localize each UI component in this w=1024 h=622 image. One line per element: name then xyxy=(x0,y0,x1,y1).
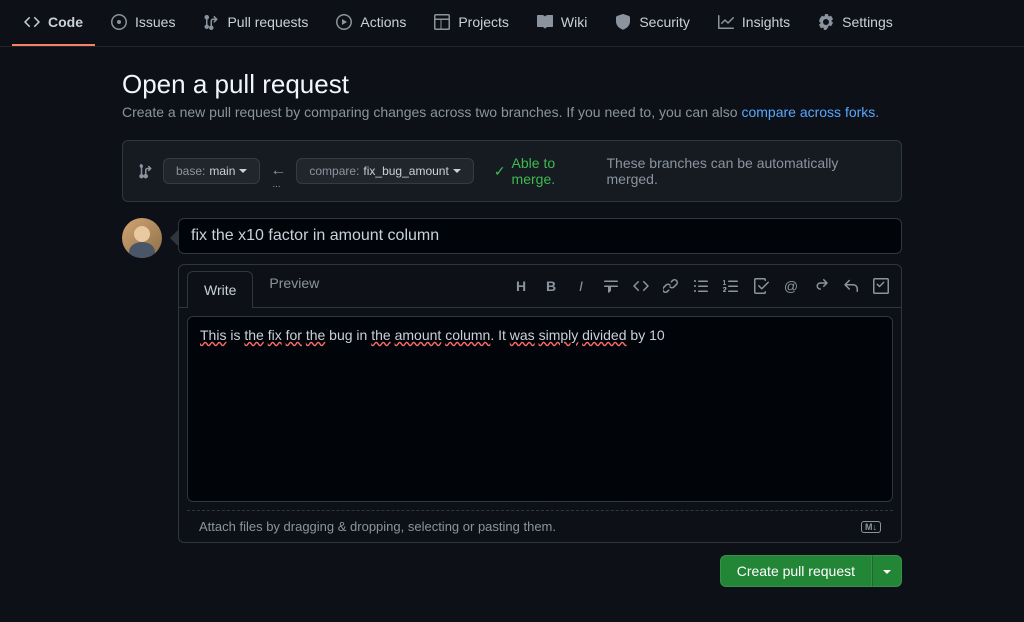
tab-issues[interactable]: Issues xyxy=(99,0,187,46)
bold-icon[interactable]: B xyxy=(543,278,559,294)
page-subtitle: Create a new pull request by comparing c… xyxy=(122,104,902,120)
comment-box: Write Preview H B I @ xyxy=(178,264,902,543)
code-icon xyxy=(24,14,40,30)
graph-icon xyxy=(718,14,734,30)
tab-label: Insights xyxy=(742,14,790,30)
shield-icon xyxy=(615,14,631,30)
tab-label: Projects xyxy=(458,14,509,30)
tab-actions[interactable]: Actions xyxy=(324,0,418,46)
attach-text: Attach files by dragging & dropping, sel… xyxy=(199,519,556,534)
tab-wiki[interactable]: Wiki xyxy=(525,0,599,46)
caret-down-icon xyxy=(883,570,891,574)
tab-projects[interactable]: Projects xyxy=(422,0,521,46)
markdown-toolbar: H B I @ xyxy=(513,278,893,294)
code-icon[interactable] xyxy=(633,278,649,294)
git-compare-icon xyxy=(137,163,153,179)
merge-able-text: Able to merge. xyxy=(512,155,601,187)
tab-settings[interactable]: Settings xyxy=(806,0,905,46)
caret-down-icon xyxy=(453,169,461,173)
markdown-icon[interactable]: M↓ xyxy=(861,521,881,533)
check-icon: ✓ xyxy=(494,163,506,180)
tab-label: Pull requests xyxy=(227,14,308,30)
tab-label: Settings xyxy=(842,14,893,30)
italic-icon[interactable]: I xyxy=(573,278,589,294)
submit-row: Create pull request xyxy=(178,543,902,599)
dot-circle-icon xyxy=(111,14,127,30)
description-wrap: This is the fix for the bug in the amoun… xyxy=(179,308,901,510)
cross-reference-icon[interactable] xyxy=(813,278,829,294)
tab-write[interactable]: Write xyxy=(187,271,253,308)
tab-label: Actions xyxy=(360,14,406,30)
comment-tabs-row: Write Preview H B I @ xyxy=(179,265,901,308)
heading-icon[interactable]: H xyxy=(513,278,529,294)
form-body: Write Preview H B I @ xyxy=(178,218,902,599)
mention-icon[interactable]: @ xyxy=(783,278,799,294)
reply-icon[interactable] xyxy=(843,278,859,294)
git-pr-icon xyxy=(203,14,219,30)
table-icon xyxy=(434,14,450,30)
list-unordered-icon[interactable] xyxy=(693,278,709,294)
quote-icon[interactable] xyxy=(603,278,619,294)
tasklist-icon[interactable] xyxy=(753,278,769,294)
create-pr-button[interactable]: Create pull request xyxy=(720,555,872,587)
merge-desc-text: These branches can be automatically merg… xyxy=(607,155,888,187)
repo-nav-tabs: Code Issues Pull requests Actions Projec… xyxy=(0,0,1024,47)
attach-bar[interactable]: Attach files by dragging & dropping, sel… xyxy=(187,510,893,542)
tab-pull-requests[interactable]: Pull requests xyxy=(191,0,320,46)
book-icon xyxy=(537,14,553,30)
avatar[interactable] xyxy=(122,218,162,258)
play-circle-icon xyxy=(336,14,352,30)
tab-preview[interactable]: Preview xyxy=(253,265,335,307)
pr-description-textarea[interactable]: This is the fix for the bug in the amoun… xyxy=(187,316,893,502)
caret-down-icon xyxy=(239,169,247,173)
create-pr-dropdown[interactable] xyxy=(872,555,902,587)
compare-bar: base: main ← compare: fix_bug_amount ✓ A… xyxy=(122,140,902,202)
tab-insights[interactable]: Insights xyxy=(706,0,802,46)
tab-label: Code xyxy=(48,14,83,30)
link-icon[interactable] xyxy=(663,278,679,294)
base-branch-dropdown[interactable]: base: main xyxy=(163,158,260,184)
merge-status: ✓ Able to merge. These branches can be a… xyxy=(494,155,887,187)
main-container: Open a pull request Create a new pull re… xyxy=(0,47,902,599)
tab-security[interactable]: Security xyxy=(603,0,702,46)
compare-branch-dropdown[interactable]: compare: fix_bug_amount xyxy=(296,158,473,184)
compare-forks-link[interactable]: compare across forks xyxy=(741,104,875,120)
list-ordered-icon[interactable] xyxy=(723,278,739,294)
page-title: Open a pull request xyxy=(122,69,902,100)
tab-label: Issues xyxy=(135,14,175,30)
pr-title-input[interactable] xyxy=(178,218,902,254)
tab-label: Security xyxy=(639,14,690,30)
arrow-left-icon: ← xyxy=(270,162,286,180)
tab-label: Wiki xyxy=(561,14,587,30)
pr-form: Write Preview H B I @ xyxy=(122,218,902,599)
write-preview-tabs: Write Preview xyxy=(187,265,335,307)
gear-icon xyxy=(818,14,834,30)
diff-icon[interactable] xyxy=(873,278,889,294)
tab-code[interactable]: Code xyxy=(12,0,95,46)
